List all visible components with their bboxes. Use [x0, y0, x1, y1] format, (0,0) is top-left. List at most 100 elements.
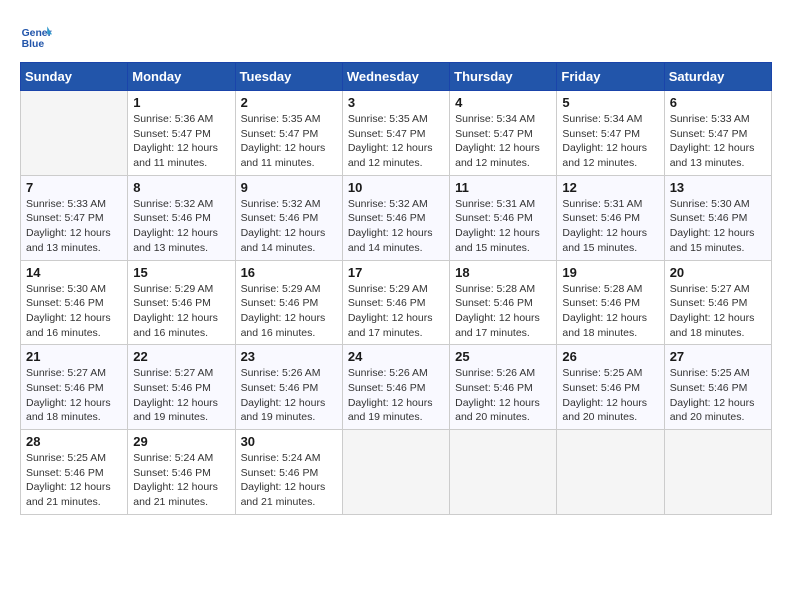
daylight-label: Daylight: 12 hours and 12 minutes.	[348, 142, 433, 169]
sunset-label: Sunset: 5:46 PM	[133, 382, 211, 394]
day-info: Sunrise: 5:28 AM Sunset: 5:46 PM Dayligh…	[562, 282, 658, 341]
calendar-cell	[664, 430, 771, 515]
sunset-label: Sunset: 5:46 PM	[241, 212, 319, 224]
calendar-cell: 27 Sunrise: 5:25 AM Sunset: 5:46 PM Dayl…	[664, 345, 771, 430]
sunrise-label: Sunrise: 5:25 AM	[670, 367, 750, 379]
sunset-label: Sunset: 5:46 PM	[26, 297, 104, 309]
sunset-label: Sunset: 5:47 PM	[26, 212, 104, 224]
sunrise-label: Sunrise: 5:26 AM	[348, 367, 428, 379]
calendar-cell: 8 Sunrise: 5:32 AM Sunset: 5:46 PM Dayli…	[128, 175, 235, 260]
calendar-cell: 12 Sunrise: 5:31 AM Sunset: 5:46 PM Dayl…	[557, 175, 664, 260]
sunset-label: Sunset: 5:46 PM	[348, 297, 426, 309]
day-info: Sunrise: 5:27 AM Sunset: 5:46 PM Dayligh…	[26, 366, 122, 425]
sunrise-label: Sunrise: 5:27 AM	[670, 283, 750, 295]
week-row-5: 28 Sunrise: 5:25 AM Sunset: 5:46 PM Dayl…	[21, 430, 772, 515]
daylight-label: Daylight: 12 hours and 21 minutes.	[241, 481, 326, 508]
daylight-label: Daylight: 12 hours and 14 minutes.	[241, 227, 326, 254]
sunrise-label: Sunrise: 5:27 AM	[133, 367, 213, 379]
day-number: 5	[562, 95, 658, 110]
day-info: Sunrise: 5:30 AM Sunset: 5:46 PM Dayligh…	[670, 197, 766, 256]
daylight-label: Daylight: 12 hours and 12 minutes.	[455, 142, 540, 169]
daylight-label: Daylight: 12 hours and 18 minutes.	[26, 397, 111, 424]
day-number: 21	[26, 349, 122, 364]
day-number: 9	[241, 180, 337, 195]
day-info: Sunrise: 5:32 AM Sunset: 5:46 PM Dayligh…	[133, 197, 229, 256]
day-number: 4	[455, 95, 551, 110]
daylight-label: Daylight: 12 hours and 20 minutes.	[670, 397, 755, 424]
sunrise-label: Sunrise: 5:31 AM	[455, 198, 535, 210]
sunrise-label: Sunrise: 5:29 AM	[348, 283, 428, 295]
calendar-cell: 30 Sunrise: 5:24 AM Sunset: 5:46 PM Dayl…	[235, 430, 342, 515]
sunset-label: Sunset: 5:46 PM	[26, 382, 104, 394]
weekday-header-tuesday: Tuesday	[235, 63, 342, 91]
calendar-cell: 26 Sunrise: 5:25 AM Sunset: 5:46 PM Dayl…	[557, 345, 664, 430]
day-number: 12	[562, 180, 658, 195]
calendar-cell: 19 Sunrise: 5:28 AM Sunset: 5:46 PM Dayl…	[557, 260, 664, 345]
weekday-header-sunday: Sunday	[21, 63, 128, 91]
sunrise-label: Sunrise: 5:27 AM	[26, 367, 106, 379]
daylight-label: Daylight: 12 hours and 16 minutes.	[241, 312, 326, 339]
sunset-label: Sunset: 5:46 PM	[241, 467, 319, 479]
daylight-label: Daylight: 12 hours and 19 minutes.	[241, 397, 326, 424]
daylight-label: Daylight: 12 hours and 20 minutes.	[455, 397, 540, 424]
day-number: 11	[455, 180, 551, 195]
calendar-cell: 18 Sunrise: 5:28 AM Sunset: 5:46 PM Dayl…	[450, 260, 557, 345]
daylight-label: Daylight: 12 hours and 15 minutes.	[562, 227, 647, 254]
daylight-label: Daylight: 12 hours and 15 minutes.	[670, 227, 755, 254]
calendar-cell	[450, 430, 557, 515]
day-info: Sunrise: 5:26 AM Sunset: 5:46 PM Dayligh…	[455, 366, 551, 425]
sunrise-label: Sunrise: 5:35 AM	[241, 113, 321, 125]
sunrise-label: Sunrise: 5:30 AM	[26, 283, 106, 295]
day-info: Sunrise: 5:27 AM Sunset: 5:46 PM Dayligh…	[133, 366, 229, 425]
day-info: Sunrise: 5:33 AM Sunset: 5:47 PM Dayligh…	[26, 197, 122, 256]
calendar-cell: 21 Sunrise: 5:27 AM Sunset: 5:46 PM Dayl…	[21, 345, 128, 430]
sunrise-label: Sunrise: 5:30 AM	[670, 198, 750, 210]
sunrise-label: Sunrise: 5:24 AM	[133, 452, 213, 464]
day-info: Sunrise: 5:26 AM Sunset: 5:46 PM Dayligh…	[241, 366, 337, 425]
day-number: 30	[241, 434, 337, 449]
day-number: 20	[670, 265, 766, 280]
sunrise-label: Sunrise: 5:34 AM	[455, 113, 535, 125]
calendar-cell: 7 Sunrise: 5:33 AM Sunset: 5:47 PM Dayli…	[21, 175, 128, 260]
weekday-header-monday: Monday	[128, 63, 235, 91]
sunset-label: Sunset: 5:46 PM	[562, 212, 640, 224]
day-number: 27	[670, 349, 766, 364]
day-info: Sunrise: 5:24 AM Sunset: 5:46 PM Dayligh…	[241, 451, 337, 510]
calendar-cell: 13 Sunrise: 5:30 AM Sunset: 5:46 PM Dayl…	[664, 175, 771, 260]
sunrise-label: Sunrise: 5:26 AM	[241, 367, 321, 379]
day-info: Sunrise: 5:29 AM Sunset: 5:46 PM Dayligh…	[241, 282, 337, 341]
sunset-label: Sunset: 5:46 PM	[455, 212, 533, 224]
day-number: 24	[348, 349, 444, 364]
daylight-label: Daylight: 12 hours and 19 minutes.	[348, 397, 433, 424]
day-number: 19	[562, 265, 658, 280]
day-info: Sunrise: 5:36 AM Sunset: 5:47 PM Dayligh…	[133, 112, 229, 171]
calendar-cell: 3 Sunrise: 5:35 AM Sunset: 5:47 PM Dayli…	[342, 91, 449, 176]
daylight-label: Daylight: 12 hours and 18 minutes.	[670, 312, 755, 339]
week-row-2: 7 Sunrise: 5:33 AM Sunset: 5:47 PM Dayli…	[21, 175, 772, 260]
day-info: Sunrise: 5:32 AM Sunset: 5:46 PM Dayligh…	[348, 197, 444, 256]
weekday-header-friday: Friday	[557, 63, 664, 91]
day-number: 16	[241, 265, 337, 280]
logo: General Blue	[20, 20, 56, 52]
daylight-label: Daylight: 12 hours and 13 minutes.	[26, 227, 111, 254]
day-number: 26	[562, 349, 658, 364]
day-number: 28	[26, 434, 122, 449]
day-info: Sunrise: 5:30 AM Sunset: 5:46 PM Dayligh…	[26, 282, 122, 341]
day-info: Sunrise: 5:31 AM Sunset: 5:46 PM Dayligh…	[455, 197, 551, 256]
day-info: Sunrise: 5:28 AM Sunset: 5:46 PM Dayligh…	[455, 282, 551, 341]
sunset-label: Sunset: 5:47 PM	[670, 128, 748, 140]
sunrise-label: Sunrise: 5:29 AM	[241, 283, 321, 295]
sunrise-label: Sunrise: 5:28 AM	[562, 283, 642, 295]
calendar-cell: 4 Sunrise: 5:34 AM Sunset: 5:47 PM Dayli…	[450, 91, 557, 176]
calendar-cell: 23 Sunrise: 5:26 AM Sunset: 5:46 PM Dayl…	[235, 345, 342, 430]
daylight-label: Daylight: 12 hours and 17 minutes.	[348, 312, 433, 339]
calendar-cell: 22 Sunrise: 5:27 AM Sunset: 5:46 PM Dayl…	[128, 345, 235, 430]
calendar-cell: 9 Sunrise: 5:32 AM Sunset: 5:46 PM Dayli…	[235, 175, 342, 260]
sunrise-label: Sunrise: 5:32 AM	[348, 198, 428, 210]
calendar-cell: 25 Sunrise: 5:26 AM Sunset: 5:46 PM Dayl…	[450, 345, 557, 430]
day-info: Sunrise: 5:34 AM Sunset: 5:47 PM Dayligh…	[455, 112, 551, 171]
calendar-cell: 14 Sunrise: 5:30 AM Sunset: 5:46 PM Dayl…	[21, 260, 128, 345]
day-number: 3	[348, 95, 444, 110]
day-number: 23	[241, 349, 337, 364]
weekday-header-wednesday: Wednesday	[342, 63, 449, 91]
